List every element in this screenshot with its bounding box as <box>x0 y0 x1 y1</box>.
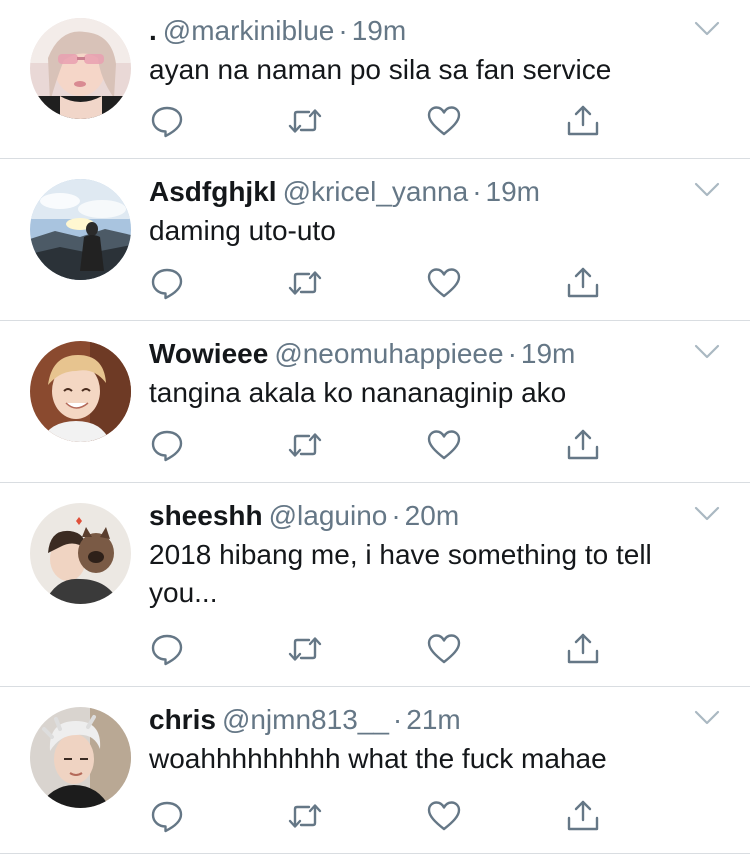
reply-icon[interactable] <box>149 799 185 833</box>
tweet-header: chris @njmn813__ · 21m <box>149 703 690 737</box>
user-handle[interactable]: @njmn813__ <box>222 704 389 735</box>
avatar[interactable] <box>30 18 131 119</box>
separator-dot: · <box>338 15 348 46</box>
share-icon[interactable] <box>565 266 601 300</box>
chevron-down-icon[interactable] <box>694 709 720 727</box>
tweet-content: Wowieee @neomuhappieee · 19m tangina akala … <box>149 337 690 412</box>
tweet-content: sheeshh @laguino · 20m 2018 hibang me, i ha… <box>149 499 690 612</box>
avatar[interactable] <box>30 179 131 280</box>
display-name[interactable]: sheeshh <box>149 500 263 531</box>
tweet[interactable]: chris @njmn813__ · 21m woahhhhhhhhh what th… <box>0 687 750 854</box>
avatar-image <box>30 503 131 604</box>
tweet-header: . @markiniblue · 19m <box>149 14 690 48</box>
tweet-actions <box>149 266 609 300</box>
tweet-content: . @markiniblue · 19m ayan na naman po sila … <box>149 14 690 89</box>
share-icon[interactable] <box>565 632 601 666</box>
share-icon[interactable] <box>565 428 601 462</box>
avatar[interactable] <box>30 707 131 808</box>
tweet[interactable]: sheeshh @laguino · 20m 2018 hibang me, i ha… <box>0 483 750 687</box>
share-icon[interactable] <box>565 104 601 138</box>
tweet-text: ayan na naman po sila sa fan service <box>149 54 612 85</box>
avatar-image <box>30 179 131 280</box>
tweet-content: chris @njmn813__ · 21m woahhhhhhhhh what th… <box>149 703 690 778</box>
tweet[interactable]: Asdfghjkl @kricel_yanna · 19m daming uto-ut… <box>0 159 750 321</box>
chevron-down-icon[interactable] <box>694 343 720 361</box>
separator-dot: · <box>472 176 482 207</box>
timestamp[interactable]: 20m <box>405 500 459 531</box>
avatar[interactable] <box>30 341 131 442</box>
retweet-icon[interactable] <box>287 428 323 462</box>
tweet-text: tangina akala ko nananaginip ako <box>149 377 567 408</box>
chevron-down-icon[interactable] <box>694 20 720 38</box>
display-name[interactable]: Wowieee <box>149 338 268 369</box>
reply-icon[interactable] <box>149 632 185 666</box>
tweet-header: Wowieee @neomuhappieee · 19m <box>149 337 690 371</box>
tweet-actions <box>149 104 609 138</box>
timestamp[interactable]: 19m <box>352 15 406 46</box>
retweet-icon[interactable] <box>287 104 323 138</box>
tweet-actions <box>149 428 609 462</box>
timeline: . @markiniblue · 19m ayan na naman po sila … <box>0 0 750 857</box>
heart-icon[interactable] <box>426 428 462 462</box>
chevron-down-icon[interactable] <box>694 181 720 199</box>
heart-icon[interactable] <box>426 104 462 138</box>
user-handle[interactable]: @kricel_yanna <box>283 176 469 207</box>
display-name[interactable]: Asdfghjkl <box>149 176 277 207</box>
tweet-text: woahhhhhhhhh what the fuck mahae <box>149 743 607 774</box>
reply-icon[interactable] <box>149 266 185 300</box>
user-handle[interactable]: @laguino <box>269 500 388 531</box>
display-name[interactable]: . <box>149 15 157 46</box>
tweet[interactable]: . @markiniblue · 19m ayan na naman po sila … <box>0 0 750 159</box>
user-handle[interactable]: @neomuhappieee <box>274 338 503 369</box>
separator-dot: · <box>392 704 403 735</box>
separator-dot: · <box>507 338 517 369</box>
display-name[interactable]: chris <box>149 704 216 735</box>
timestamp[interactable]: 19m <box>486 176 540 207</box>
share-icon[interactable] <box>565 799 601 833</box>
timestamp[interactable]: 19m <box>521 338 575 369</box>
tweet-actions <box>149 799 609 833</box>
reply-icon[interactable] <box>149 104 185 138</box>
tweet-text: daming uto-uto <box>149 215 336 246</box>
heart-icon[interactable] <box>426 799 462 833</box>
avatar-image <box>30 707 131 808</box>
heart-icon[interactable] <box>426 632 462 666</box>
tweet[interactable]: Wowieee @neomuhappieee · 19m tangina akala … <box>0 321 750 483</box>
timestamp[interactable]: 21m <box>406 704 460 735</box>
user-handle[interactable]: @markiniblue <box>163 15 335 46</box>
retweet-icon[interactable] <box>287 632 323 666</box>
separator-dot: · <box>391 500 401 531</box>
chevron-down-icon[interactable] <box>694 505 720 523</box>
avatar-image <box>30 341 131 442</box>
tweet-header: sheeshh @laguino · 20m <box>149 499 690 533</box>
heart-icon[interactable] <box>426 266 462 300</box>
tweet-content: Asdfghjkl @kricel_yanna · 19m daming uto-ut… <box>149 175 690 250</box>
tweet-actions <box>149 632 609 666</box>
avatar[interactable] <box>30 503 131 604</box>
avatar-image <box>30 18 131 119</box>
retweet-icon[interactable] <box>287 799 323 833</box>
reply-icon[interactable] <box>149 428 185 462</box>
tweet-text: 2018 hibang me, i have something to tell… <box>149 539 652 608</box>
tweet-header: Asdfghjkl @kricel_yanna · 19m <box>149 175 690 209</box>
retweet-icon[interactable] <box>287 266 323 300</box>
